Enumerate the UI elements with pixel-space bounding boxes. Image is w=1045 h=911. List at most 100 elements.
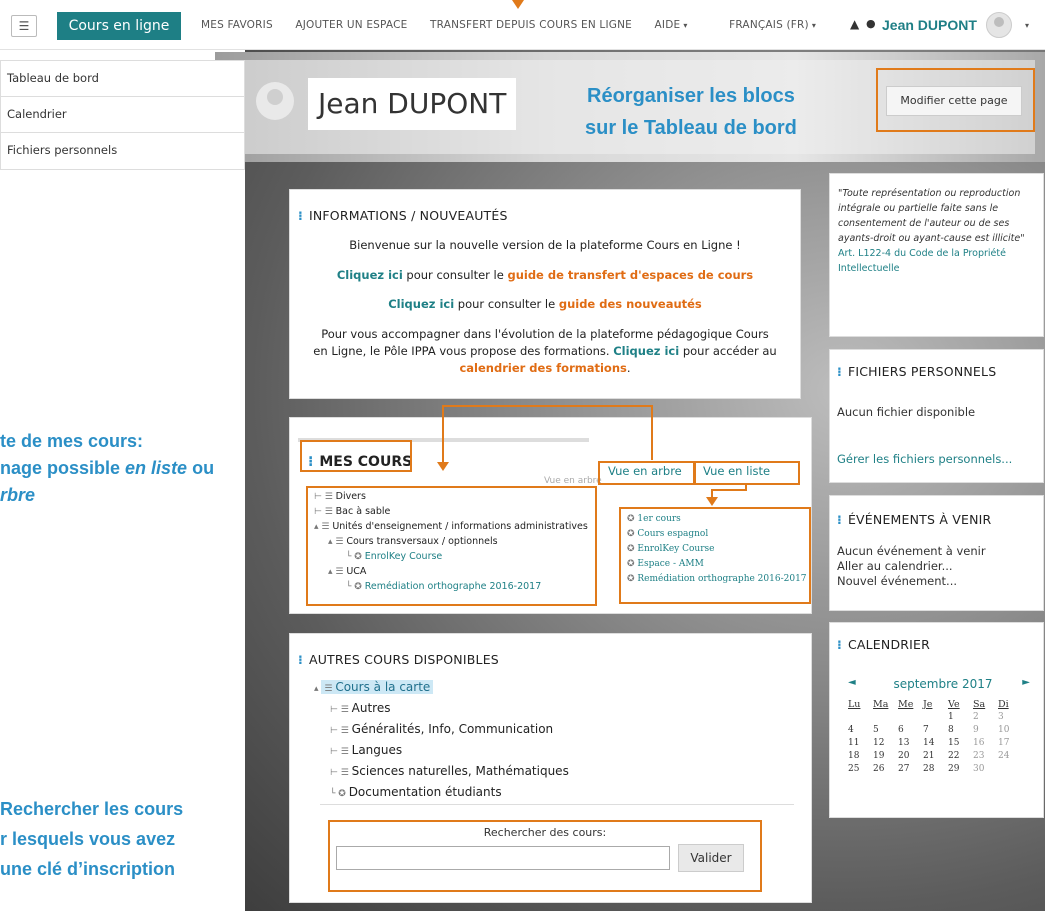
tree-item[interactable]: ⊢ ☰ Bac à sable	[314, 506, 390, 517]
calendar-day[interactable]: 9	[969, 725, 994, 738]
calendar-day[interactable]: 24	[994, 751, 1019, 764]
sidebar-item-files[interactable]: Fichiers personnels	[1, 133, 244, 169]
tree-item[interactable]: ▴ ☰ UCA	[328, 566, 366, 577]
drag-handle-icon[interactable]: ⁝	[837, 637, 842, 652]
tree-course-link[interactable]: └ ✪ Remédiation orthographe 2016-2017	[346, 581, 541, 592]
calendar-month[interactable]: septembre 2017	[888, 677, 998, 691]
guide-transfert-link[interactable]: guide de transfert d'espaces de cours	[507, 268, 753, 282]
calendar-day[interactable]: 6	[894, 725, 919, 738]
tree-root[interactable]: ▴ ☰ Cours à la carte	[314, 680, 434, 694]
category-icon: ▴ ☰	[328, 567, 347, 577]
course-list-item[interactable]: ✪ EnrolKey Course	[627, 544, 714, 554]
bell-icon[interactable]: ▲	[850, 17, 859, 31]
calendar-day[interactable]: 27	[894, 764, 919, 777]
calendar-day[interactable]: 21	[919, 751, 944, 764]
calendar-day[interactable]: 18	[844, 751, 869, 764]
calendar-day	[894, 712, 919, 725]
info-link[interactable]: Cliquez ici	[613, 344, 679, 358]
sidebar-item-calendar[interactable]: Calendrier	[1, 97, 244, 133]
nav-ajouter-espace[interactable]: AJOUTER UN ESPACE	[295, 19, 407, 31]
avatar[interactable]	[986, 12, 1012, 38]
drag-handle-icon[interactable]: ⁝	[837, 512, 842, 527]
tree-item[interactable]: ⊢ ☰ Sciences naturelles, Mathématiques	[330, 764, 569, 778]
info-link[interactable]: Cliquez ici	[388, 297, 454, 311]
sidebar-item-dashboard[interactable]: Tableau de bord	[1, 61, 244, 97]
calendar-day[interactable]: 30	[969, 764, 994, 777]
submit-search-button[interactable]: Valider	[678, 844, 744, 872]
hamburger-icon[interactable]: ☰	[11, 15, 37, 37]
course-list-item[interactable]: ✪ Remédiation orthographe 2016-2017	[627, 574, 807, 584]
chat-icon[interactable]: ●	[866, 17, 876, 30]
calendar-week: 25 26 27 28 29 30	[844, 764, 1019, 777]
arrow-left-icon[interactable]: ◄	[848, 677, 856, 688]
calendar-day[interactable]: 20	[894, 751, 919, 764]
nav-langue[interactable]: FRANÇAIS (FR) ▾	[729, 19, 835, 31]
empty-events-text: Aucun événement à venir	[837, 544, 986, 558]
new-event-link[interactable]: Nouvel événement...	[837, 574, 957, 588]
nav-transfert[interactable]: TRANSFERT DEPUIS COURS EN LIGNE	[430, 19, 632, 31]
drag-handle-icon[interactable]: ⁝	[837, 364, 842, 379]
calendar-day[interactable]: 19	[869, 751, 894, 764]
arrow-right-icon[interactable]: ►	[1022, 677, 1030, 688]
tab-tree-view[interactable]: Vue en arbre	[608, 464, 682, 478]
chevron-down-icon[interactable]: ▾	[1025, 21, 1029, 30]
goto-calendar-link[interactable]: Aller au calendrier...	[837, 559, 953, 573]
calendar-day[interactable]: 3	[994, 712, 1019, 725]
calendar-week: 4 5 6 7 8 9 10	[844, 725, 1019, 738]
user-name[interactable]: Jean DUPONT	[882, 17, 977, 33]
nav-favoris[interactable]: MES FAVORIS	[201, 19, 273, 31]
calendar-day[interactable]: 13	[894, 738, 919, 751]
block-title: ⁝ CALENDRIER	[837, 637, 931, 652]
brand-button[interactable]: Cours en ligne	[57, 12, 181, 40]
calendar-day[interactable]: 28	[919, 764, 944, 777]
course-list-item[interactable]: ✪ Cours espagnol	[627, 529, 708, 539]
edit-page-button[interactable]: Modifier cette page	[886, 86, 1022, 116]
calendar-day[interactable]: 26	[869, 764, 894, 777]
tree-item[interactable]: ⊢ ☰ Généralités, Info, Communication	[330, 722, 553, 736]
course-list-item[interactable]: ✪ Espace - AMM	[627, 559, 704, 569]
search-input[interactable]	[336, 846, 670, 870]
calendar-day[interactable]: 10	[994, 725, 1019, 738]
tab-list-view[interactable]: Vue en liste	[703, 464, 770, 478]
nav-aide[interactable]: AIDE ▾	[655, 19, 707, 31]
block-title: ⁝ FICHIERS PERSONNELS	[837, 364, 997, 379]
category-icon: ⊢ ☰	[330, 747, 352, 757]
tree-item[interactable]: ▴ ☰ Unités d'enseignement / informations…	[314, 521, 588, 532]
calendar-day[interactable]: 5	[869, 725, 894, 738]
course-list-item[interactable]: ✪ 1er cours	[627, 514, 681, 524]
law-link[interactable]: Art. L122-4 du Code de la Propriété Inte…	[838, 248, 1006, 274]
tree-item[interactable]: ⊢ ☰ Langues	[330, 743, 402, 757]
calendar-day	[869, 712, 894, 725]
calendar-day[interactable]: 15	[944, 738, 969, 751]
drag-handle-icon[interactable]: ⁝	[298, 208, 303, 223]
calendar-day[interactable]: 1	[944, 712, 969, 725]
calendar-day[interactable]: 11	[844, 738, 869, 751]
tree-item[interactable]: ⊢ ☰ Autres	[330, 701, 390, 715]
calendar-day[interactable]: 25	[844, 764, 869, 777]
info-link[interactable]: Cliquez ici	[337, 268, 403, 282]
tree-course-link[interactable]: └ ✪ Documentation étudiants	[330, 785, 502, 799]
calendar-day	[994, 764, 1019, 777]
calendar-day[interactable]: 12	[869, 738, 894, 751]
calendar-day[interactable]: 8	[944, 725, 969, 738]
tree-course-link[interactable]: └ ✪ EnrolKey Course	[346, 551, 442, 562]
drag-handle-icon[interactable]: ⁝	[298, 652, 303, 667]
manage-files-link[interactable]: Gérer les fichiers personnels...	[837, 452, 1012, 466]
guide-nouveautes-link[interactable]: guide des nouveautés	[559, 297, 702, 311]
tree-item[interactable]: ▴ ☰ Cours transversaux / optionnels	[328, 536, 498, 547]
calendar-day[interactable]: 4	[844, 725, 869, 738]
category-icon: ⊢ ☰	[314, 507, 336, 517]
calendar-day[interactable]: 16	[969, 738, 994, 751]
calendar-day[interactable]: 29	[944, 764, 969, 777]
calendar-day[interactable]: 14	[919, 738, 944, 751]
calendar-day[interactable]: 23	[969, 751, 994, 764]
tree-item[interactable]: ⊢ ☰ Divers	[314, 491, 366, 502]
calendar-day[interactable]: 7	[919, 725, 944, 738]
calendar-day[interactable]: 2	[969, 712, 994, 725]
calendar-formations-link[interactable]: calendrier des formations	[459, 361, 626, 375]
calendar-day[interactable]: 22	[944, 751, 969, 764]
course-icon: └ ✪	[346, 582, 365, 592]
course-icon: ✪	[627, 574, 638, 584]
category-icon: ▴ ☰	[314, 522, 333, 532]
calendar-day[interactable]: 17	[994, 738, 1019, 751]
